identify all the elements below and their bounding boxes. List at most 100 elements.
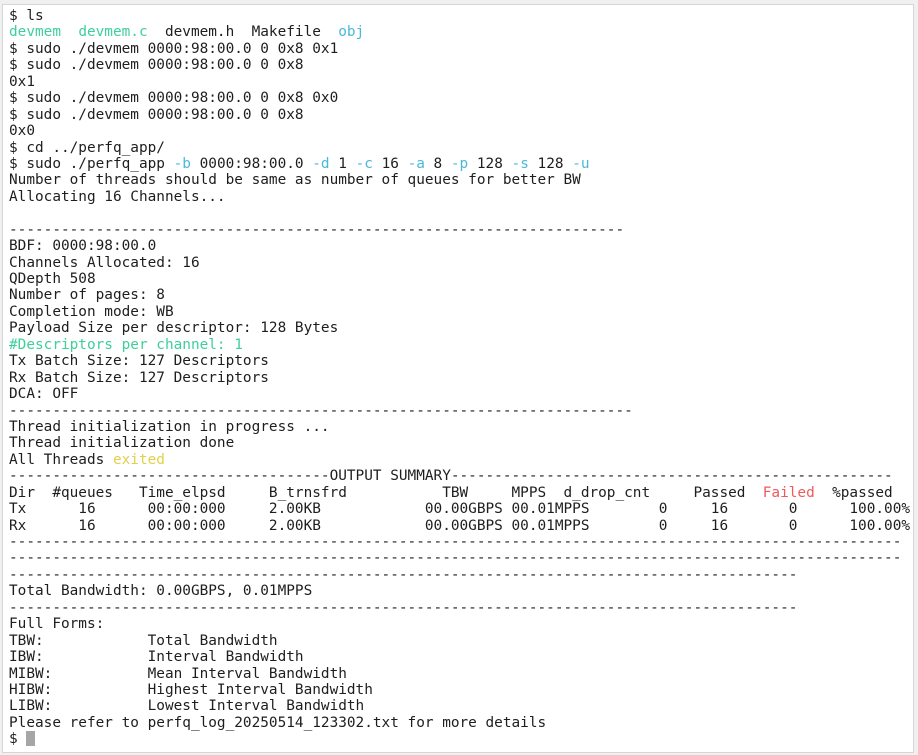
- terminal-text: Payload Size per descriptor: 128 Bytes: [9, 320, 339, 337]
- terminal-text: Channels Allocated: 16: [9, 254, 200, 271]
- terminal-line: ----------------------------------------…: [9, 222, 910, 238]
- terminal-line: devmem devmem.c devmem.h Makefile obj: [9, 24, 910, 40]
- terminal-line: All Threads exited: [9, 452, 910, 468]
- terminal-line: Full Forms:: [9, 616, 910, 632]
- terminal-line: QDepth 508: [9, 271, 910, 287]
- highlighted-text-warn: exited: [112, 451, 165, 468]
- terminal-text: ----------------------------------------…: [9, 566, 798, 583]
- terminal-window[interactable]: $ ls devmem devmem.c devmem.h Makefile ob…: [2, 4, 914, 753]
- terminal-text: -------------------------------------OUT…: [9, 468, 893, 485]
- terminal-line: Number of threads should be same as numb…: [9, 172, 910, 188]
- terminal-text: %passed: [814, 484, 893, 501]
- terminal-text: QDepth 508: [9, 271, 96, 287]
- terminal-line: $ sudo ./devmem 0000:98:00.0 0 0x8: [9, 107, 910, 123]
- terminal-text: $ sudo ./devmem 0000:98:00.0 0 0x8: [9, 57, 304, 74]
- terminal-text: $ ls: [9, 8, 44, 24]
- terminal-text: devmem.h Makefile: [147, 24, 339, 41]
- terminal-text: Rx 16 00:00:000 2.00KB 00.00GBPS 00.01MP…: [9, 517, 911, 534]
- highlighted-text-info: #Descriptors per channel: 1: [9, 336, 243, 353]
- terminal-line: Thread initialization done: [9, 435, 910, 451]
- terminal-line: DCA: OFF: [9, 386, 910, 402]
- terminal-text: 16: [372, 155, 408, 172]
- terminal-text: MIBW: Mean Interval Bandwidth: [9, 665, 347, 682]
- terminal-line: Rx 16 00:00:000 2.00KB 00.00GBPS 00.01MP…: [9, 518, 910, 534]
- terminal-text: 0x1: [9, 73, 35, 90]
- terminal-text: Tx Batch Size: 127 Descriptors: [9, 353, 269, 370]
- highlighted-text-flag: -b: [173, 155, 191, 172]
- terminal-text: 128: [528, 155, 573, 172]
- terminal-text: ----------------------------------------…: [9, 599, 798, 616]
- terminal-text: TBW: Total Bandwidth: [9, 632, 278, 649]
- terminal-line: IBW: Interval Bandwidth: [9, 649, 910, 665]
- terminal-text: $ sudo ./perfq_app: [9, 155, 174, 172]
- terminal-line: Channels Allocated: 16: [9, 255, 910, 271]
- terminal-line: ----------------------------------------…: [9, 403, 910, 419]
- terminal-text: Tx 16 00:00:000 2.00KB 00.00GBPS 00.01MP…: [9, 501, 911, 518]
- terminal-cursor: [26, 731, 35, 747]
- terminal-text: IBW: Interval Bandwidth: [9, 649, 304, 666]
- terminal-text: DCA: OFF: [9, 386, 79, 403]
- terminal-line: #Descriptors per channel: 1: [9, 337, 910, 353]
- highlighted-text-flag: -p: [450, 155, 469, 172]
- terminal-text: 0x0: [9, 123, 35, 140]
- highlighted-text-flag: -u: [572, 155, 590, 172]
- terminal-text: $ sudo ./devmem 0000:98:00.0 0 0x8: [9, 106, 304, 123]
- terminal-line: $ sudo ./devmem 0000:98:00.0 0 0x8: [9, 57, 910, 73]
- terminal-line: Payload Size per descriptor: 128 Bytes: [9, 320, 910, 336]
- terminal-line: $: [9, 731, 910, 747]
- terminal-output: $ ls devmem devmem.c devmem.h Makefile ob…: [9, 8, 910, 748]
- terminal-text: $ sudo ./devmem 0000:98:00.0 0 0x8 0x1: [9, 40, 339, 57]
- terminal-text: Total Bandwidth: 0.00GBPS, 0.01MPPS: [9, 583, 313, 600]
- terminal-line: $ ls: [9, 8, 910, 24]
- terminal-text: HIBW: Highest Interval Bandwidth: [9, 681, 373, 698]
- terminal-text: LIBW: Lowest Interval Bandwidth: [9, 698, 365, 715]
- terminal-text: ----------------------------------------…: [9, 550, 902, 567]
- terminal-line: Number of pages: 8: [9, 287, 910, 303]
- highlighted-text-flag: -c: [355, 155, 373, 172]
- highlighted-text-exec: devmem.c: [78, 24, 148, 41]
- highlighted-text-flag: -s: [511, 155, 529, 172]
- terminal-line: Total Bandwidth: 0.00GBPS, 0.01MPPS: [9, 583, 910, 599]
- highlighted-text-exec: devmem: [9, 24, 61, 41]
- terminal-text: Allocating 16 Channels...: [9, 188, 226, 205]
- terminal-line: ----------------------------------------…: [9, 534, 910, 550]
- terminal-line: ----------------------------------------…: [9, 600, 910, 616]
- terminal-text: Please refer to perfq_log_20250514_12330…: [9, 714, 547, 731]
- terminal-text: Completion mode: WB: [9, 303, 174, 320]
- terminal-text: $: [9, 731, 27, 748]
- terminal-text: Number of threads should be same as numb…: [9, 172, 581, 189]
- terminal-line: Please refer to perfq_log_20250514_12330…: [9, 715, 910, 731]
- terminal-line: BDF: 0000:98:00.0: [9, 238, 910, 254]
- highlighted-text-flag: -a: [407, 155, 425, 172]
- terminal-line: Allocating 16 Channels...: [9, 189, 910, 205]
- terminal-text: ----------------------------------------…: [9, 221, 625, 238]
- terminal-text: $ sudo ./devmem 0000:98:00.0 0 0x8 0x0: [9, 90, 339, 107]
- terminal-text: All Threads: [9, 451, 113, 468]
- terminal-line: 0x1: [9, 74, 910, 90]
- highlighted-text-flag: -d: [312, 155, 330, 172]
- terminal-line: ----------------------------------------…: [9, 550, 910, 566]
- terminal-line: Completion mode: WB: [9, 304, 910, 320]
- terminal-line: $ sudo ./devmem 0000:98:00.0 0 0x8 0x1: [9, 41, 910, 57]
- terminal-line: $ sudo ./devmem 0000:98:00.0 0 0x8 0x0: [9, 90, 910, 106]
- terminal-text: 8: [424, 155, 451, 172]
- terminal-line: $ sudo ./perfq_app -b 0000:98:00.0 -d 1 …: [9, 156, 910, 172]
- highlighted-text-dir: obj: [338, 24, 365, 41]
- terminal-text: 0000:98:00.0: [190, 155, 313, 172]
- terminal-text: Thread initialization in progress ...: [9, 418, 330, 435]
- terminal-text: Rx Batch Size: 127 Descriptors: [9, 369, 269, 386]
- terminal-text: Thread initialization done: [9, 435, 235, 452]
- terminal-line: TBW: Total Bandwidth: [9, 633, 910, 649]
- terminal-text: $ cd ../perfq_app/: [9, 139, 165, 156]
- terminal-text: 1: [329, 155, 356, 172]
- terminal-line: Thread initialization in progress ...: [9, 419, 910, 435]
- terminal-line: $ cd ../perfq_app/: [9, 140, 910, 156]
- terminal-line: Tx Batch Size: 127 Descriptors: [9, 353, 910, 369]
- terminal-text: Dir #queues Time_elpsd B_trnsfrd TBW MPP…: [9, 484, 763, 501]
- terminal-line: 0x0: [9, 123, 910, 139]
- terminal-line: LIBW: Lowest Interval Bandwidth: [9, 698, 910, 714]
- terminal-line: ----------------------------------------…: [9, 567, 910, 583]
- terminal-text: BDF: 0000:98:00.0: [9, 238, 157, 255]
